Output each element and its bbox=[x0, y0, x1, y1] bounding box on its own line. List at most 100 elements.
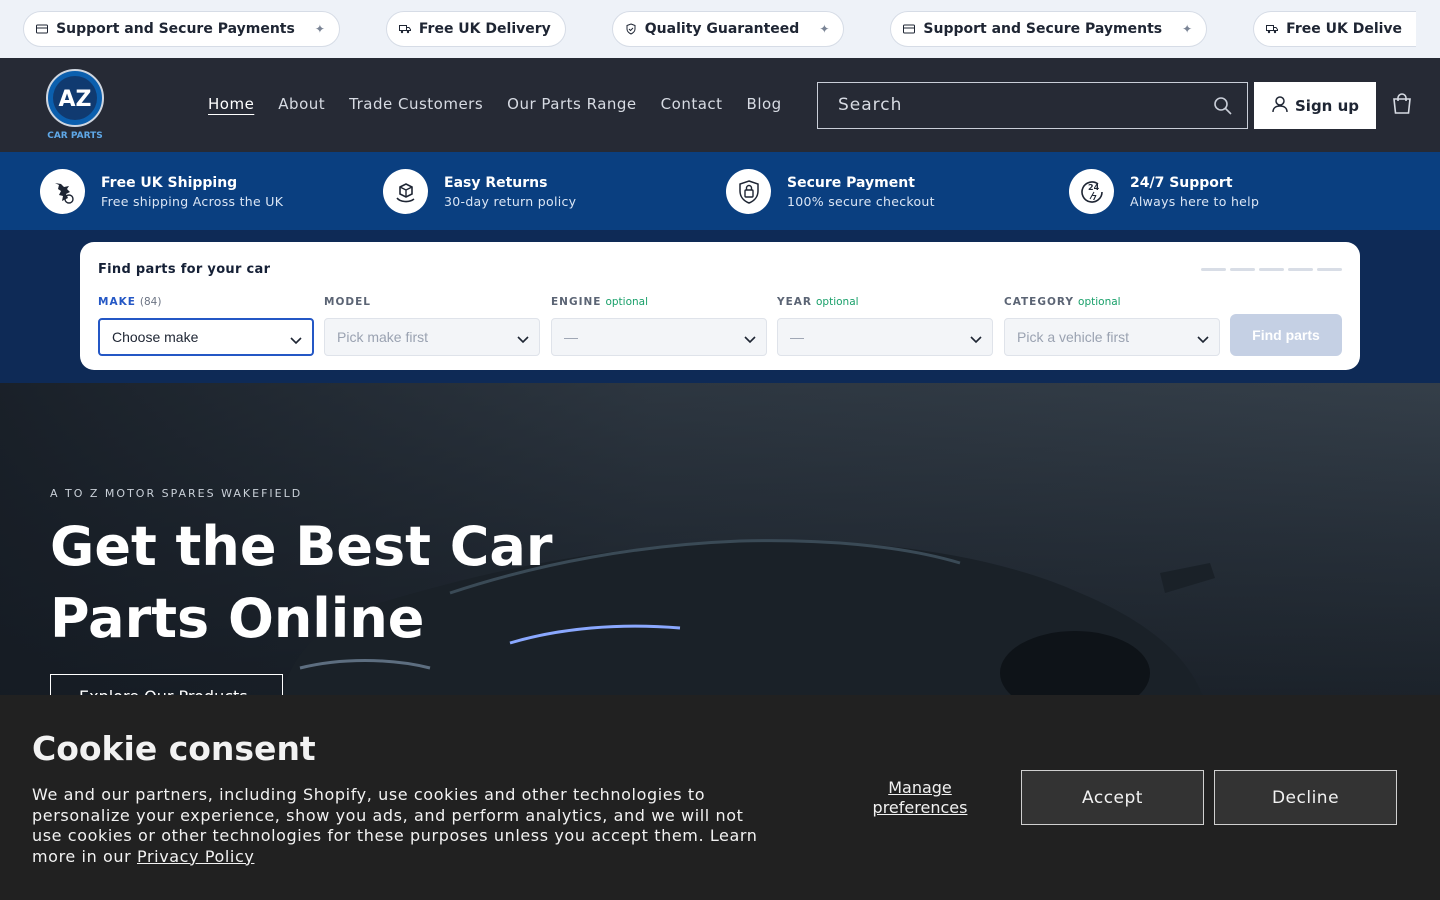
nav-parts-range[interactable]: Our Parts Range bbox=[507, 95, 637, 113]
nav-contact[interactable]: Contact bbox=[661, 95, 723, 113]
sparkle-icon: ✦ bbox=[819, 22, 830, 36]
optional-tag: optional bbox=[1078, 296, 1121, 308]
model-select-value: Pick make first bbox=[337, 329, 429, 345]
feature-strip: Free UK Shipping Free shipping Across th… bbox=[0, 152, 1440, 230]
card-icon bbox=[903, 23, 916, 35]
logo-text: AZ bbox=[59, 87, 92, 112]
marquee-item-label: Free UK Delive bbox=[1286, 21, 1403, 37]
cookie-title: Cookie consent bbox=[32, 729, 316, 768]
cookie-body: We and our partners, including Shopify, … bbox=[32, 785, 767, 867]
accept-button[interactable]: Accept bbox=[1021, 770, 1204, 825]
engine-select[interactable]: — bbox=[551, 318, 767, 356]
marquee-item: Free UK Delivery bbox=[385, 11, 566, 47]
feature-title: Free UK Shipping bbox=[101, 174, 238, 191]
finder-title: Find parts for your car bbox=[98, 262, 271, 277]
chevron-down-icon bbox=[970, 331, 982, 347]
hero-heading: Get the Best Car Parts Online bbox=[50, 515, 553, 650]
make-select[interactable]: Choose make bbox=[98, 318, 314, 356]
feature-title: Easy Returns bbox=[444, 174, 548, 191]
make-label: MAKE bbox=[98, 296, 136, 308]
search-placeholder: Search bbox=[838, 95, 903, 115]
sparkle-icon: ✦ bbox=[314, 22, 325, 36]
chevron-down-icon bbox=[517, 331, 529, 347]
find-parts-button[interactable]: Find parts bbox=[1230, 314, 1342, 356]
feature-desc: Always here to help bbox=[1130, 193, 1260, 209]
feature-item: 24 7 24/7 Support Always here to help bbox=[1069, 169, 1259, 214]
category-label: CATEGORY bbox=[1004, 296, 1075, 308]
site-logo[interactable]: AZ CAR PARTS bbox=[45, 68, 105, 144]
feature-item: Easy Returns 30-day return policy bbox=[383, 169, 576, 214]
svg-text:24: 24 bbox=[1088, 183, 1100, 192]
chevron-down-icon bbox=[290, 332, 302, 348]
signup-button[interactable]: Sign up bbox=[1254, 82, 1376, 129]
nav-trade-customers[interactable]: Trade Customers bbox=[349, 95, 483, 113]
hero-banner: A TO Z MOTOR SPARES WAKEFIELD Get the Be… bbox=[0, 383, 1440, 695]
optional-tag: optional bbox=[816, 296, 859, 308]
model-select[interactable]: Pick make first bbox=[324, 318, 540, 356]
feature-item: Free UK Shipping Free shipping Across th… bbox=[40, 169, 283, 214]
feature-desc: 30-day return policy bbox=[444, 193, 577, 209]
marquee-item-label: Support and Secure Payments bbox=[56, 21, 295, 37]
marquee-item: Free UK Delive bbox=[1253, 11, 1417, 47]
category-field: CATEGORY optional Pick a vehicle first bbox=[1004, 296, 1220, 356]
card-icon bbox=[36, 23, 49, 35]
privacy-policy-link[interactable]: Privacy Policy bbox=[137, 847, 254, 866]
chevron-down-icon bbox=[1197, 331, 1209, 347]
hero-kicker: A TO Z MOTOR SPARES WAKEFIELD bbox=[50, 487, 303, 500]
marquee-item: Support and Secure Payments ✦ bbox=[890, 11, 1208, 47]
main-nav: Home About Trade Customers Our Parts Ran… bbox=[208, 95, 782, 113]
feature-desc: 100% secure checkout bbox=[787, 193, 935, 209]
marquee-item: Quality Guaranteed ✦ bbox=[611, 11, 845, 47]
cart-icon[interactable] bbox=[1390, 92, 1414, 120]
engine-field: ENGINE optional — bbox=[551, 296, 767, 356]
manage-preferences-link[interactable]: Manage preferences bbox=[858, 778, 982, 818]
year-field: YEAR optional — bbox=[777, 296, 993, 356]
truck-icon bbox=[1266, 23, 1279, 35]
signup-label: Sign up bbox=[1295, 96, 1359, 115]
announcement-marquee: ranteed✦ Support and Secure Payments✦ Fr… bbox=[0, 0, 1440, 58]
site-header: AZ CAR PARTS Home About Trade Customers … bbox=[0, 58, 1440, 152]
vehicle-finder: Find parts for your car MAKE (84) Choose … bbox=[80, 242, 1360, 370]
uk-shipping-icon bbox=[40, 169, 85, 214]
truck-icon bbox=[398, 23, 411, 35]
year-select-value: — bbox=[790, 329, 804, 345]
make-count: (84) bbox=[139, 296, 162, 308]
model-label: MODEL bbox=[324, 296, 371, 308]
cookie-consent-banner: Cookie consent We and our partners, incl… bbox=[0, 695, 1440, 900]
feature-title: 24/7 Support bbox=[1130, 174, 1233, 191]
step-indicator bbox=[1201, 268, 1342, 271]
marquee-item: Support and Secure Payments ✦ bbox=[23, 11, 340, 47]
returns-box-icon bbox=[383, 169, 428, 214]
model-field: MODEL Pick make first bbox=[324, 296, 540, 356]
marquee-item-label: Free UK Delivery bbox=[418, 21, 551, 37]
decline-button[interactable]: Decline bbox=[1214, 770, 1397, 825]
search-icon[interactable] bbox=[1213, 96, 1233, 120]
support-24-7-icon: 24 7 bbox=[1069, 169, 1114, 214]
feature-title: Secure Payment bbox=[787, 174, 915, 191]
logo-subtext: CAR PARTS bbox=[47, 131, 103, 141]
engine-select-value: — bbox=[564, 329, 578, 345]
nav-about[interactable]: About bbox=[278, 95, 325, 113]
feature-item: Secure Payment 100% secure checkout bbox=[726, 169, 935, 214]
nav-home[interactable]: Home bbox=[208, 95, 254, 113]
check-shield-icon bbox=[625, 23, 637, 35]
feature-desc: Free shipping Across the UK bbox=[101, 193, 284, 209]
category-select-value: Pick a vehicle first bbox=[1017, 329, 1130, 345]
sparkle-icon: ✦ bbox=[1182, 22, 1193, 36]
make-field: MAKE (84) Choose make bbox=[98, 296, 314, 356]
year-select[interactable]: — bbox=[777, 318, 993, 356]
search-input[interactable]: Search bbox=[817, 82, 1248, 129]
marquee-item-label: Support and Secure Payments bbox=[923, 21, 1163, 37]
category-select[interactable]: Pick a vehicle first bbox=[1004, 318, 1220, 356]
optional-tag: optional bbox=[605, 296, 649, 308]
nav-blog[interactable]: Blog bbox=[747, 95, 782, 113]
chevron-down-icon bbox=[744, 331, 756, 347]
explore-products-button[interactable]: Explore Our Products bbox=[50, 674, 283, 695]
user-icon bbox=[1271, 95, 1289, 117]
marquee-item-label: Quality Guaranteed bbox=[644, 21, 800, 37]
svg-text:7: 7 bbox=[1092, 194, 1097, 202]
make-select-value: Choose make bbox=[112, 329, 199, 345]
secure-lock-icon bbox=[726, 169, 771, 214]
year-label: YEAR bbox=[777, 296, 812, 308]
vehicle-finder-section: Find parts for your car MAKE (84) Choose … bbox=[0, 230, 1440, 383]
